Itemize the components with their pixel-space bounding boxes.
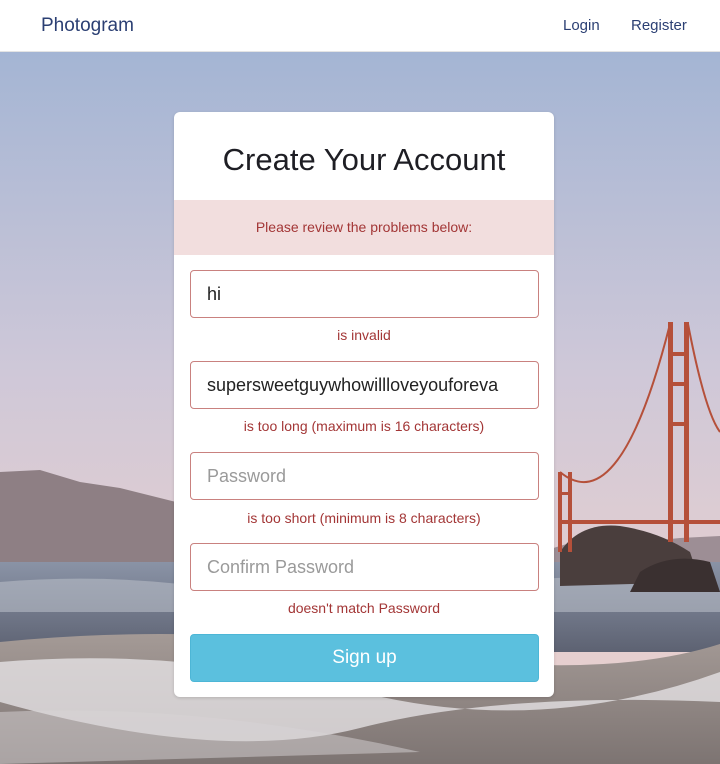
error-alert: Please review the problems below: [174, 200, 554, 255]
password-field[interactable] [190, 452, 539, 500]
login-link[interactable]: Login [563, 17, 600, 34]
register-link[interactable]: Register [631, 17, 687, 34]
username-field[interactable] [190, 270, 539, 318]
brand-link[interactable]: Photogram [41, 15, 134, 37]
confirm-password-field[interactable] [190, 543, 539, 591]
username-error: is invalid [337, 327, 391, 343]
email-field[interactable] [190, 361, 539, 409]
top-navbar: Photogram Login Register [0, 0, 720, 52]
confirm-password-error: doesn't match Password [287, 600, 441, 616]
page-title: Create Your Account [222, 142, 506, 177]
email-error: is too long (maximum is 16 characters) [243, 418, 485, 434]
password-error: is too short (minimum is 8 characters) [247, 510, 481, 526]
signup-button[interactable]: Sign up [190, 634, 539, 682]
